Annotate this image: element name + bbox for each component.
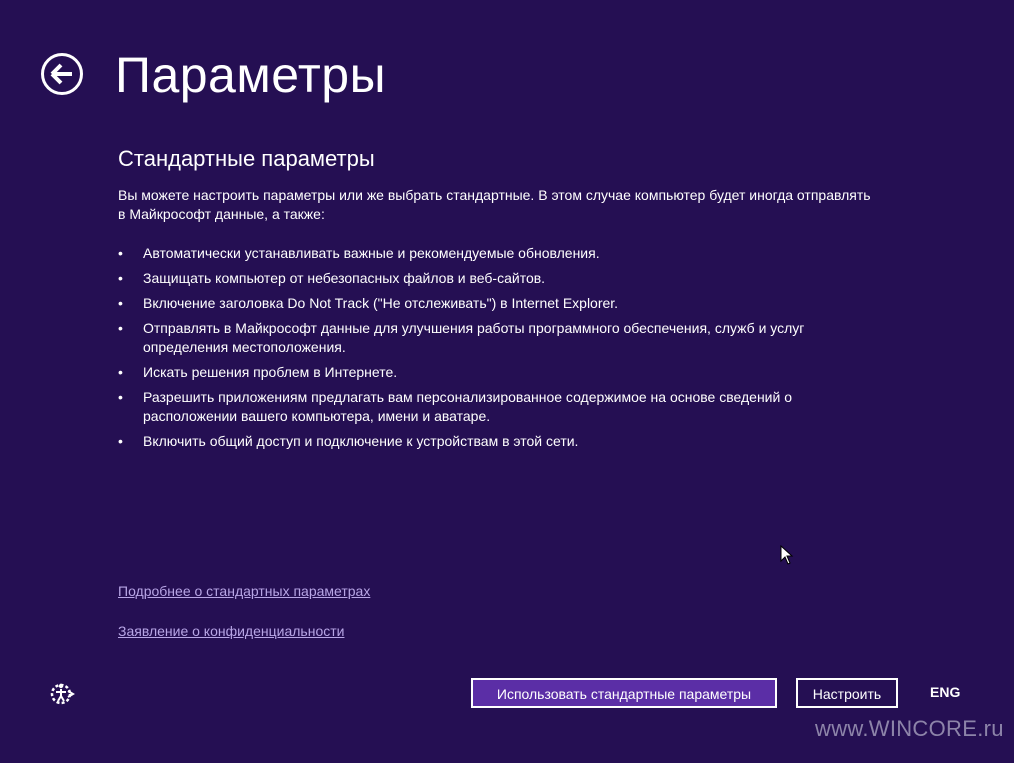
privacy-statement-link[interactable]: Заявление о конфиденциальности [118, 622, 344, 641]
list-item: • Разрешить приложениям предлагать вам пе… [118, 388, 878, 426]
defaults-list: • Автоматически устанавливать важные и ре… [118, 244, 878, 457]
list-item: • Включение заголовка Do Not Track ("Не о… [118, 294, 878, 313]
ease-of-access-icon [50, 683, 75, 705]
back-arrow-circle-icon [41, 53, 83, 95]
section-title: Стандартные параметры [118, 146, 375, 171]
list-item-text: Защищать компьютер от небезопасных файло… [143, 270, 546, 286]
list-item-text: Автоматически устанавливать важные и рек… [143, 245, 600, 261]
page-title: Параметры [115, 47, 387, 103]
list-item-text: Включить общий доступ и подключение к ус… [143, 433, 579, 449]
list-item-text: Включение заголовка Do Not Track ("Не от… [143, 295, 619, 311]
customize-button[interactable]: Настроить [796, 678, 898, 708]
ease-of-access-button[interactable] [48, 680, 76, 708]
intro-text: Вы можете настроить параметры или же выб… [118, 187, 871, 222]
bullet: • [118, 433, 123, 449]
bullet: • [118, 389, 123, 405]
language-indicator[interactable]: ENG [930, 684, 960, 700]
list-item: • Включить общий доступ и подключение к у… [118, 432, 878, 451]
list-item-text: Разрешить приложениям предлагать вам пер… [143, 389, 792, 424]
list-item: • Защищать компьютер от небезопасных файл… [118, 269, 878, 288]
watermark: www.WINCORE.ru [815, 716, 1004, 741]
list-item-text: Искать решения проблем в Интернете. [143, 364, 398, 380]
list-item: • Автоматически устанавливать важные и ре… [118, 244, 878, 263]
bullet: • [118, 270, 123, 286]
list-item-text: Отправлять в Майкрософт данные для улучш… [143, 320, 805, 355]
mouse-cursor-icon [780, 545, 794, 565]
bullet: • [118, 295, 123, 311]
bullet: • [118, 364, 123, 380]
list-item: • Искать решения проблем в Интернете. [118, 363, 878, 382]
bullet: • [118, 320, 123, 336]
back-button[interactable] [40, 52, 84, 96]
use-default-settings-button[interactable]: Использовать стандартные параметры [471, 678, 777, 708]
bullet: • [118, 245, 123, 261]
list-item: • Отправлять в Майкрософт данные для улуч… [118, 319, 878, 357]
learn-more-link[interactable]: Подробнее о стандартных параметрах [118, 582, 370, 601]
